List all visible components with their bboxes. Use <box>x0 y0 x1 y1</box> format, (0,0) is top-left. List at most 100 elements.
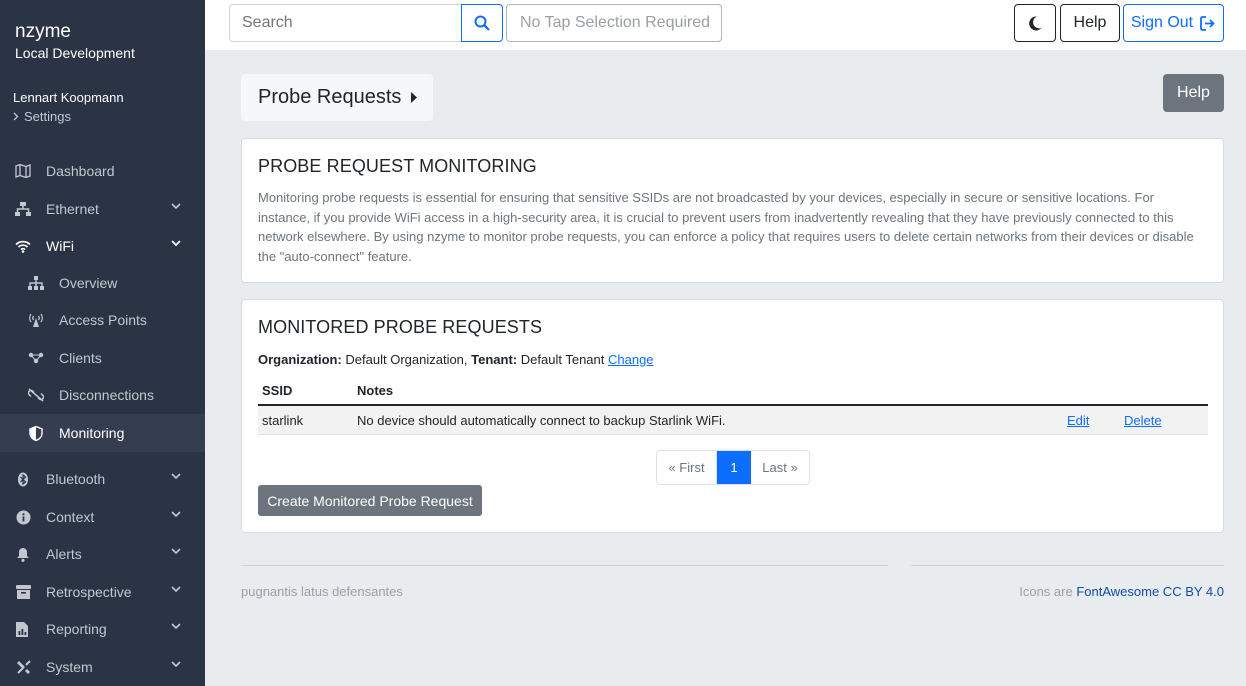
card-title: PROBE REQUEST MONITORING <box>258 156 537 176</box>
sidebar-item-wifi-clients[interactable]: Clients <box>0 340 205 376</box>
org-label: Organization: <box>258 352 342 367</box>
sidebar-item-alerts[interactable]: Alerts <box>0 536 205 572</box>
sidebar-item-label: Retrospective <box>46 584 132 600</box>
sidebar-item-bluetooth[interactable]: Bluetooth <box>0 461 205 497</box>
tenant-label: Tenant: <box>471 352 518 367</box>
sidebar-item-wifi-overview[interactable]: Overview <box>0 265 205 301</box>
sidebar-item-reporting[interactable]: Reporting <box>0 611 205 647</box>
sidebar-item-label: System <box>46 659 93 675</box>
sidebar-item-wifi[interactable]: WiFi <box>0 228 205 264</box>
sidebar-item-dashboard[interactable]: Dashboard <box>0 153 205 189</box>
search-icon <box>474 15 490 31</box>
card-title: MONITORED PROBE REQUESTS <box>258 317 543 337</box>
chevron-down-icon <box>171 661 181 668</box>
map-icon <box>15 163 31 179</box>
sign-out-button[interactable]: Sign Out <box>1123 4 1224 42</box>
column-header-notes: Notes <box>357 383 394 398</box>
tower-broadcast-icon <box>28 312 44 328</box>
column-header-ssid: SSID <box>262 383 293 398</box>
file-chart-icon <box>15 621 31 637</box>
pagination-first[interactable]: « First <box>657 451 717 484</box>
footer-credits-prefix: Icons are <box>1019 584 1073 599</box>
tools-icon <box>15 659 31 675</box>
caret-right-icon <box>411 92 418 103</box>
search-input[interactable] <box>229 4 461 42</box>
help-button-top[interactable]: Help <box>1060 4 1120 42</box>
organization-tenant-line: Organization: Default Organization, Tena… <box>258 352 654 367</box>
search-button[interactable] <box>461 4 503 42</box>
help-button[interactable]: Help <box>1163 74 1224 112</box>
sidebar-item-label: Bluetooth <box>46 471 106 487</box>
sign-out-label: Sign Out <box>1130 14 1194 31</box>
sidebar-item-system[interactable]: System <box>0 649 205 685</box>
fontawesome-link[interactable]: FontAwesome CC BY 4.0 <box>1076 584 1224 599</box>
user-block: Lennart Koopmann Settings <box>13 90 124 124</box>
wifi-icon <box>15 238 31 254</box>
brand-environment: Local Development <box>15 45 135 61</box>
info-circle-icon <box>15 509 31 525</box>
sidebar-item-ethernet[interactable]: Ethernet <box>0 191 205 227</box>
network-icon <box>15 201 31 217</box>
sidebar: nzyme Local Development Lennart Koopmann… <box>0 0 205 686</box>
sidebar-item-label: Disconnections <box>59 387 154 403</box>
cell-ssid: starlink <box>262 413 304 428</box>
footer-credits: Icons are FontAwesome CC BY 4.0 <box>1019 584 1224 599</box>
brand: nzyme Local Development <box>15 20 135 61</box>
card-description: Monitoring probe requests is essential f… <box>258 190 1194 264</box>
breadcrumb-label: Probe Requests <box>258 86 402 108</box>
chevron-down-icon <box>171 623 181 630</box>
sidebar-item-label: WiFi <box>46 238 74 254</box>
footer-motto: pugnantis latus defensantes <box>241 584 403 599</box>
sidebar-item-wifi-access-points[interactable]: Access Points <box>0 302 205 338</box>
footer-divider-right <box>911 565 1224 566</box>
chevron-down-icon <box>171 586 181 593</box>
table-header: SSID Notes <box>258 375 1208 406</box>
delete-link[interactable]: Delete <box>1124 413 1162 428</box>
shield-halved-icon <box>28 425 44 441</box>
pagination-last[interactable]: Last » <box>751 451 809 484</box>
user-name: Lennart Koopmann <box>13 90 124 105</box>
pagination-current-page[interactable]: 1 <box>717 451 751 484</box>
tap-selector[interactable]: No Tap Selection Required <box>506 4 722 42</box>
brand-name[interactable]: nzyme <box>15 20 135 44</box>
sitemap-icon <box>28 275 44 291</box>
sidebar-item-label: Ethernet <box>46 201 99 217</box>
nodes-icon <box>28 350 44 366</box>
chevron-down-icon <box>171 240 181 247</box>
sidebar-item-label: Clients <box>59 350 102 366</box>
pagination: « First 1 Last » <box>656 450 810 485</box>
link-slash-icon <box>28 387 44 403</box>
sidebar-item-wifi-monitoring[interactable]: Monitoring <box>0 414 205 452</box>
chevron-down-icon <box>171 473 181 480</box>
breadcrumb[interactable]: Probe Requests <box>241 74 433 121</box>
sidebar-item-wifi-disconnections[interactable]: Disconnections <box>0 377 205 413</box>
bell-icon <box>15 546 31 562</box>
user-settings-label: Settings <box>24 109 71 124</box>
sidebar-item-label: Context <box>46 509 95 525</box>
chevron-down-icon <box>171 511 181 518</box>
sidebar-item-label: Alerts <box>46 546 82 562</box>
chevron-down-icon <box>171 203 181 210</box>
sidebar-item-label: Monitoring <box>59 425 125 441</box>
sign-out-icon <box>1200 15 1215 31</box>
chevron-right-icon <box>13 112 19 121</box>
sidebar-item-context[interactable]: Context <box>0 499 205 535</box>
create-monitored-probe-request-button[interactable]: Create Monitored Probe Request <box>258 485 482 516</box>
topbar: No Tap Selection Required Help Sign Out <box>205 0 1246 50</box>
sidebar-item-label: Reporting <box>46 621 107 637</box>
moon-icon <box>1029 15 1042 30</box>
sidebar-item-retrospective[interactable]: Retrospective <box>0 574 205 610</box>
box-archive-icon <box>15 584 31 600</box>
dark-mode-button[interactable] <box>1014 4 1056 42</box>
sidebar-item-label: Access Points <box>59 312 147 328</box>
monitored-probe-requests-card: MONITORED PROBE REQUESTS Organization: D… <box>241 299 1224 533</box>
cell-notes: No device should automatically connect t… <box>357 413 726 428</box>
bluetooth-icon <box>15 471 31 487</box>
edit-link[interactable]: Edit <box>1067 413 1089 428</box>
sidebar-item-label: Overview <box>59 275 118 291</box>
chevron-down-icon <box>171 548 181 555</box>
user-settings-link[interactable]: Settings <box>13 109 124 124</box>
probe-request-monitoring-card: PROBE REQUEST MONITORING Monitoring prob… <box>241 138 1224 283</box>
footer-divider-left <box>241 565 888 566</box>
change-link[interactable]: Change <box>608 352 654 367</box>
